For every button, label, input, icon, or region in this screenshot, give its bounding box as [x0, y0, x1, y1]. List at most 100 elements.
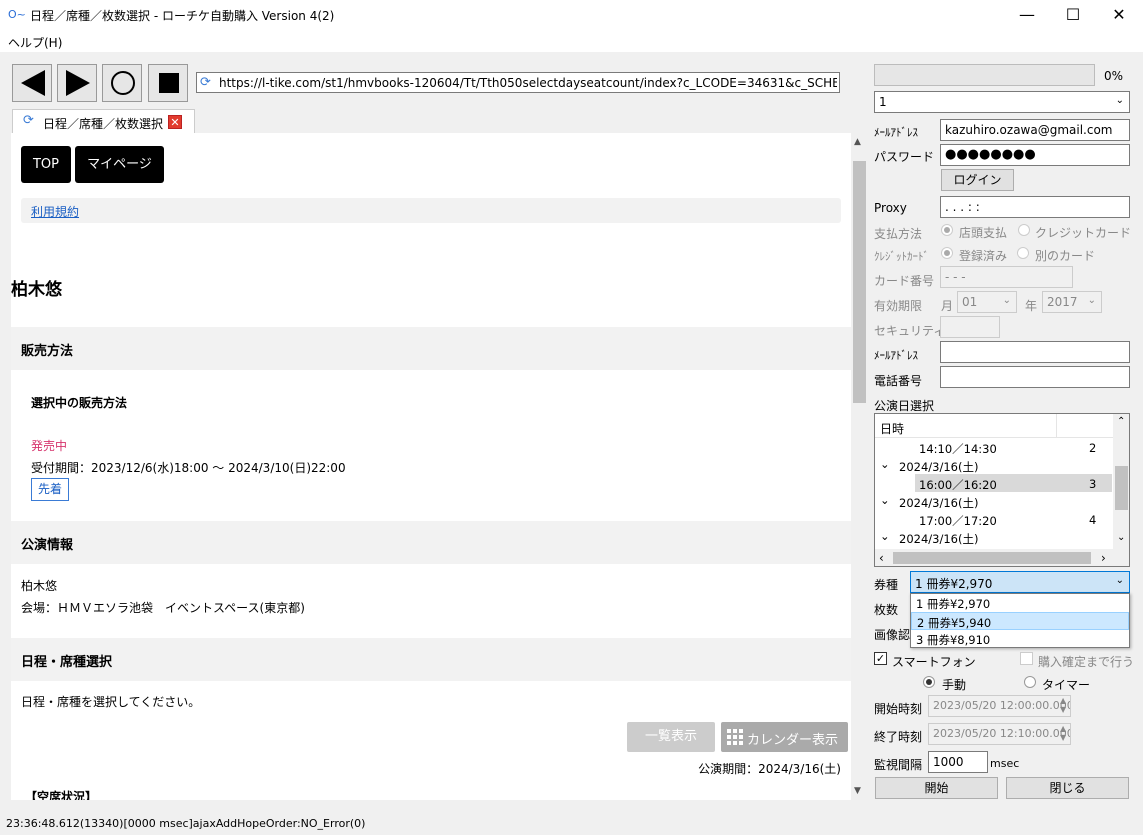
- scrollbar-thumb[interactable]: [853, 161, 866, 403]
- chevron-right-icon[interactable]: ›: [1101, 551, 1106, 565]
- tree-row[interactable]: ⌄ 2024/3/16(土): [875, 528, 1113, 546]
- login-button[interactable]: ログイン: [941, 169, 1014, 191]
- top-button[interactable]: TOP: [21, 146, 71, 183]
- expand-chevron-icon[interactable]: ⌄: [880, 493, 890, 507]
- card-number-input[interactable]: - - -: [940, 266, 1073, 288]
- image-auth-label: 画像認: [874, 628, 911, 642]
- start-time-input[interactable]: 2023/05/20 12:00:00.000: [928, 695, 1071, 717]
- grid-icon: [727, 729, 743, 745]
- chevron-left-icon[interactable]: ‹: [879, 551, 884, 565]
- start-time-spinner-icon[interactable]: ▲ ▼: [1060, 696, 1066, 714]
- scroll-up-icon[interactable]: ▲: [854, 137, 861, 147]
- tree-row-count: 4: [1089, 513, 1097, 527]
- security-input[interactable]: [940, 316, 1000, 338]
- email2-input[interactable]: [940, 341, 1130, 363]
- expand-chevron-icon[interactable]: ⌄: [880, 529, 890, 543]
- tree-hscroll-thumb[interactable]: [893, 552, 1091, 564]
- list-view-button[interactable]: 一覧表示: [627, 722, 715, 752]
- calendar-view-button[interactable]: カレンダー表示: [721, 722, 848, 752]
- venue-text: 会場：ＨＭＶエソラ池袋 イベントスペース(東京都): [21, 601, 305, 615]
- payment-label: 支払方法: [874, 227, 923, 241]
- month-select[interactable]: 01 ⌄: [957, 291, 1017, 313]
- forward-button[interactable]: [57, 64, 97, 102]
- tree-row[interactable]: 16:00／16:20 3: [875, 474, 1113, 492]
- ticket-option[interactable]: 3 冊券¥8,910: [911, 630, 1129, 648]
- performance-info-header: 公演情報: [11, 521, 851, 564]
- timer-radio[interactable]: [1024, 676, 1036, 688]
- close-button[interactable]: 閉じる: [1006, 777, 1129, 799]
- tree-vscroll[interactable]: ⌃ ⌄: [1113, 414, 1129, 549]
- purchase-confirm-label: 購入確定まで行う: [1038, 655, 1135, 669]
- chevron-down-icon[interactable]: ⌄: [1117, 532, 1125, 543]
- status-bar: 23:36:48.612(13340)[0000 msec]ajaxAddHop…: [0, 814, 1143, 835]
- smartphone-label: スマートフォン: [892, 655, 976, 669]
- tab-schedule-select[interactable]: ⟳ 日程／席種／枚数選択 ✕: [12, 109, 195, 133]
- payment-store-label: 店頭支払: [959, 226, 1008, 240]
- ticket-option[interactable]: 2 冊券¥5,940: [911, 612, 1129, 630]
- year-select[interactable]: 2017 ⌄: [1042, 291, 1102, 313]
- credit-other-radio[interactable]: [1017, 247, 1029, 259]
- mypage-button[interactable]: マイページ: [75, 146, 164, 183]
- credit-registered-radio[interactable]: [941, 247, 953, 259]
- month-value: 01: [962, 295, 978, 309]
- tree-row[interactable]: ⌄ 2024/3/16(土): [875, 492, 1113, 510]
- tree-row[interactable]: ⌄ 2024/3/16(土): [875, 456, 1113, 474]
- payment-store-radio[interactable]: [941, 224, 953, 236]
- end-time-spinner-icon[interactable]: ▲ ▼: [1060, 724, 1066, 742]
- ticket-type-dropdown[interactable]: 1 冊券¥2,970 2 冊券¥5,940 3 冊券¥8,910: [910, 593, 1130, 648]
- manual-radio[interactable]: [923, 676, 935, 688]
- ticket-option[interactable]: 1 冊券¥2,970: [911, 594, 1129, 612]
- close-tab-icon[interactable]: ✕: [168, 115, 182, 129]
- payment-credit-radio[interactable]: [1018, 224, 1030, 236]
- start-time-label: 開始時刻: [874, 702, 923, 716]
- expand-chevron-icon[interactable]: ⌄: [880, 457, 890, 471]
- interval-input[interactable]: 1000: [928, 751, 988, 773]
- password-input[interactable]: ●●●●●●●●: [940, 144, 1130, 166]
- ticket-type-select[interactable]: 1 冊券¥2,970 ⌄: [910, 571, 1130, 593]
- smartphone-checkbox[interactable]: ✓: [874, 652, 887, 665]
- date-tree[interactable]: 日時 14:10／14:30 2 ⌄ 2024/3/16(土) 16:00／16:20 3…: [874, 413, 1130, 567]
- tree-row[interactable]: 14:10／14:30 2: [875, 438, 1113, 456]
- calendar-view-label: カレンダー表示: [747, 733, 839, 748]
- progress-bar: [874, 64, 1095, 86]
- tree-header: 日時: [875, 414, 1113, 438]
- tree-row-text: 17:00／17:20: [919, 514, 997, 528]
- chevron-up-icon[interactable]: ⌃: [1117, 416, 1125, 427]
- proxy-input[interactable]: . . . : :: [940, 196, 1130, 218]
- tree-header-label: 日時: [880, 422, 905, 436]
- tree-row-text: 16:00／16:20: [919, 478, 997, 492]
- tree-row-count: 3: [1089, 477, 1097, 491]
- start-button[interactable]: 開始: [875, 777, 998, 799]
- menu-help[interactable]: ヘルプ(H): [8, 34, 62, 51]
- chevron-down-icon: ⌄: [1115, 575, 1124, 586]
- phone-input[interactable]: [940, 366, 1130, 388]
- scroll-down-icon[interactable]: ▼: [854, 786, 861, 796]
- email-input[interactable]: kazuhiro.ozawa@gmail.com: [940, 119, 1130, 141]
- title-bar: O~ 日程／席種／枚数選択 - ローチケ自動購入 Version 4(2) — …: [0, 0, 1143, 30]
- date-select-label: 公演日選択: [874, 399, 935, 413]
- refresh-icon: ⟳: [200, 75, 211, 90]
- terms-link[interactable]: 利用規約: [31, 203, 79, 220]
- interval-unit: msec: [990, 757, 1020, 770]
- menu-bar: ヘルプ(H): [0, 30, 1143, 52]
- tree-scroll-thumb[interactable]: [1115, 466, 1128, 510]
- year-label: 年: [1025, 299, 1038, 313]
- payment-credit-label: クレジットカード: [1035, 226, 1132, 240]
- purchase-confirm-checkbox[interactable]: [1020, 652, 1033, 665]
- reception-period: 受付期間：2023/12/6(水)18:00 ～ 2024/3/10(日)22:…: [31, 461, 346, 475]
- end-time-input[interactable]: 2023/05/20 12:10:00.000: [928, 723, 1071, 745]
- address-bar[interactable]: ⟳ https://l-tike.com/st1/hmvbooks-120604…: [196, 72, 840, 93]
- close-window-button[interactable]: ✕: [1096, 0, 1142, 30]
- app-logo-icon: O~: [8, 8, 26, 21]
- tree-row[interactable]: 17:00／17:20 4: [875, 510, 1113, 528]
- security-label: セキュリティ: [874, 324, 946, 338]
- maximize-button[interactable]: ☐: [1050, 0, 1096, 30]
- reload-button[interactable]: [102, 64, 142, 102]
- account-select[interactable]: 1 ⌄: [874, 91, 1130, 113]
- stop-button[interactable]: [148, 64, 188, 102]
- chevron-down-icon: ⌄: [1002, 295, 1011, 306]
- browser-scrollbar[interactable]: ▲ ▼: [851, 133, 868, 800]
- tree-hscroll[interactable]: ‹ ›: [875, 549, 1129, 566]
- back-button[interactable]: [12, 64, 52, 102]
- minimize-button[interactable]: —: [1004, 0, 1050, 30]
